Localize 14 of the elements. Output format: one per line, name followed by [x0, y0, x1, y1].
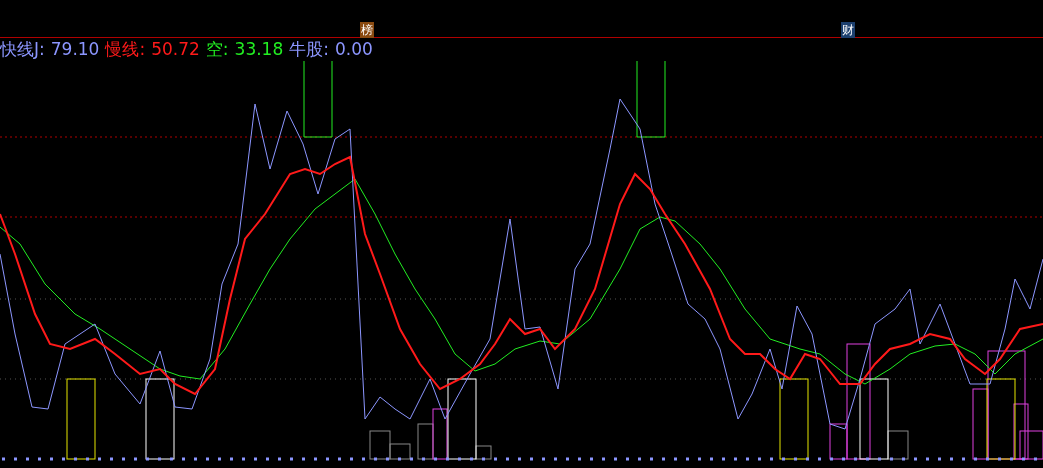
legend-label: 快线J: [0, 40, 45, 58]
marker-badge: 财 [841, 22, 855, 38]
histogram-bar [475, 445, 492, 460]
legend-label: 空: [205, 40, 229, 58]
legend-value: 50.72 [151, 40, 200, 58]
legend-value: 0.00 [334, 40, 373, 58]
legend-value: 79.10 [50, 40, 100, 58]
legend-label: 慢线: [105, 40, 146, 58]
histogram-bar [417, 423, 434, 460]
legend-value: 33.18 [234, 40, 284, 58]
histogram-bar [887, 430, 909, 460]
histogram-bar [432, 408, 448, 460]
legend-label: 牛股: [289, 40, 329, 58]
marker-badge: 榜 [360, 22, 374, 38]
